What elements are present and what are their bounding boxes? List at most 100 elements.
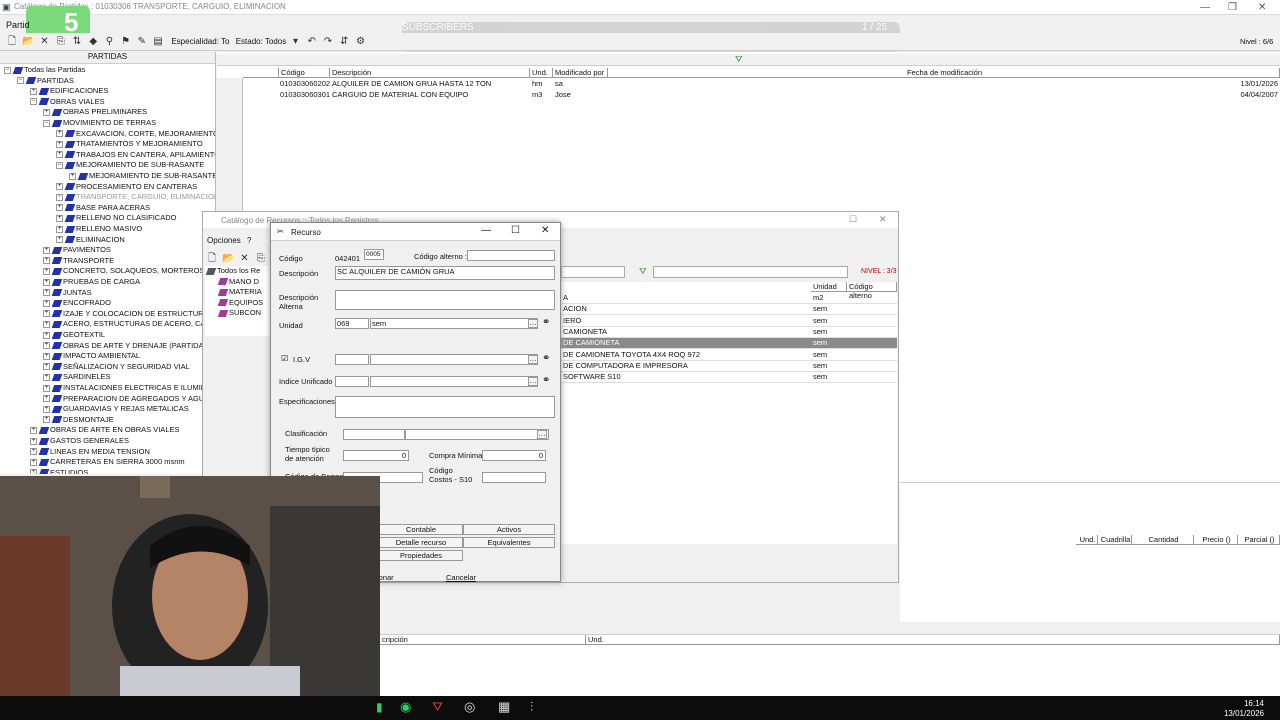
catalog-filter-input[interactable]	[653, 266, 848, 278]
catalog-row[interactable]: DE COMPUTADORA E IMPRESORA sem	[561, 361, 897, 372]
expand-toggle-icon[interactable]: +	[43, 342, 50, 350]
expand-toggle-icon[interactable]: +	[43, 310, 50, 318]
close-button[interactable]: ✕	[1258, 2, 1266, 13]
sort-icon[interactable]: ⇅	[71, 36, 83, 48]
obs-icon[interactable]: ◎	[464, 699, 475, 715]
desc-alterna-input[interactable]	[335, 290, 555, 310]
cell-fecha[interactable]: 13/01/2026	[1240, 79, 1278, 89]
catalog-row[interactable]: DE CAMIONETA TOYOTA 4X4 ROQ 972 sem	[561, 350, 897, 361]
tree-node[interactable]: + CARRETERAS EN SIERRA 3000 msnm	[30, 457, 185, 467]
codigo-suffix-input[interactable]: 0005	[364, 249, 384, 260]
expand-toggle-icon[interactable]: +	[43, 416, 50, 424]
compra-input[interactable]: 0	[482, 450, 546, 461]
catalog-delete-icon[interactable]: ✕	[238, 253, 250, 265]
indice-code-input[interactable]	[335, 376, 369, 387]
detail-col-header[interactable]: Cantidad	[1132, 535, 1194, 545]
tree-node[interactable]: + GUARDAVIAS Y REJAS METALICAS	[43, 404, 189, 414]
expand-toggle-icon[interactable]: +	[56, 225, 63, 233]
tree-node[interactable]: + PAVIMENTOS	[43, 245, 111, 255]
filter-icon[interactable]: ⚑	[120, 36, 132, 48]
catalog-tree-node[interactable]: Todos los Re	[205, 266, 260, 276]
catalog-open-icon[interactable]: 📂	[222, 253, 234, 265]
detail-col-header[interactable]: Parcial ()	[1238, 535, 1280, 545]
delete-icon[interactable]: ✕	[38, 36, 50, 48]
open-icon[interactable]: 📂	[22, 36, 34, 48]
col-header-descripcion[interactable]: Descripción	[330, 68, 530, 78]
expand-toggle-icon[interactable]: +	[43, 299, 50, 307]
expand-toggle-icon[interactable]: +	[43, 373, 50, 381]
tree-node[interactable]: + JUNTAS	[43, 288, 92, 298]
tree-node[interactable]: + EXCAVACION, CORTE, MEJORAMIENTO	[56, 129, 215, 139]
tag-icon[interactable]: ◆	[87, 36, 99, 48]
pdf-icon[interactable]: ⛛	[432, 699, 443, 715]
new-icon[interactable]: 🗋	[6, 36, 18, 48]
tree-node[interactable]: + TRANSPORTE, CARGUIO, ELIMINACION	[56, 192, 215, 202]
tree-node[interactable]: + ESTUDIOS	[30, 468, 88, 474]
detail-col-header[interactable]: Cuadrilla	[1098, 535, 1132, 545]
tree-node[interactable]: + LINEAS EN MEDIA TENSION	[30, 447, 150, 457]
tree-node[interactable]: + RELLENO NO CLASIFICADO	[56, 213, 176, 223]
especialidad-select[interactable]: Especialidad: To	[171, 37, 229, 46]
catalog-new-icon[interactable]: 🗋	[206, 253, 218, 265]
catalog-tree-node[interactable]: MATERIA	[217, 287, 262, 297]
tree-node[interactable]: + PROCESAMIENTO EN CANTERAS	[56, 182, 197, 192]
dropdown-icon[interactable]: ▾	[290, 36, 302, 48]
tree-node[interactable]: + SEÑALIZACION Y SEGURIDAD VIAL	[43, 362, 190, 372]
indice-value-input[interactable]	[370, 376, 538, 387]
expand-toggle-icon[interactable]: +	[43, 363, 50, 371]
tree-node[interactable]: + MEJORAMIENTO DE SUB-RASANTE	[69, 171, 215, 181]
bottom-col-und[interactable]: Und.	[586, 635, 1280, 645]
col-header-und[interactable]: Und.	[530, 68, 553, 78]
unidad-code-input[interactable]: 069	[335, 318, 369, 329]
expand-toggle-icon[interactable]: −	[56, 161, 63, 169]
tab-equivalentes[interactable]: Equivalentes	[463, 537, 555, 548]
expand-toggle-icon[interactable]: +	[43, 331, 50, 339]
tree-node[interactable]: + OBRAS DE ARTE Y DRENAJE (PARTIDAS	[43, 341, 209, 351]
tree-node[interactable]: + EDIFICACIONES	[30, 86, 108, 96]
copy-icon[interactable]: ⎘	[55, 36, 67, 48]
expand-toggle-icon[interactable]: +	[43, 267, 50, 275]
search-icon[interactable]: ⚲	[103, 36, 115, 48]
tree-node[interactable]: + GASTOS GENERALES	[30, 436, 129, 446]
col-header-codigo[interactable]: Código	[279, 68, 330, 78]
catalog-row[interactable]: ACION sem	[561, 304, 897, 316]
codigo-alterno-input[interactable]	[467, 250, 555, 261]
tree-node[interactable]: + RELLENO MASIVO	[56, 224, 142, 234]
tiempo-input[interactable]: 0	[343, 450, 409, 461]
cell-codigo[interactable]: 010303060301	[280, 90, 330, 100]
tool-icon[interactable]: ⚙	[354, 36, 366, 48]
cell-modificado[interactable]: Jose	[555, 90, 571, 100]
col-header-modificado[interactable]: Modificado por	[553, 68, 608, 78]
calculator-icon[interactable]: ▦	[498, 699, 510, 715]
tree-node[interactable]: − OBRAS VIALES	[30, 97, 105, 107]
igv-code-input[interactable]	[335, 354, 369, 365]
dialog-minimize-button[interactable]: —	[481, 225, 491, 236]
tree-node[interactable]: + ELIMINACION	[56, 235, 125, 245]
especificaciones-input[interactable]	[335, 396, 555, 418]
sort-az-icon[interactable]: ⇵	[338, 36, 350, 48]
tree-node[interactable]: + INSTALACIONES ELECTRICAS E ILUMINAC	[43, 383, 215, 393]
expand-toggle-icon[interactable]: −	[4, 66, 11, 74]
expand-toggle-icon[interactable]: +	[43, 395, 50, 403]
catalog-row[interactable]: DE CAMIONETA sem	[561, 338, 897, 350]
tree-node[interactable]: + PREPARACION DE AGREGADOS Y AGUA	[43, 394, 209, 404]
expand-toggle-icon[interactable]: +	[56, 151, 63, 159]
clasificacion-browse-button[interactable]: …	[537, 430, 547, 439]
catalog-tree-node[interactable]: SUBCON	[217, 308, 261, 318]
catalog-row[interactable]: SOFTWARE S10 sem	[561, 372, 897, 384]
catalog-maximize-button[interactable]: ☐	[849, 214, 857, 225]
unidad-value-input[interactable]: sem	[370, 318, 538, 329]
tree-node[interactable]: + TRATAMIENTOS Y MEJORAMIENTO	[56, 139, 203, 149]
tab-propiedades[interactable]: Propiedades	[379, 550, 463, 561]
tree-node[interactable]: + OBRAS PRELIMINARES	[43, 107, 147, 117]
indice-browse-button[interactable]: …	[528, 377, 538, 386]
tree-node[interactable]: − Todas las Partidas	[4, 65, 85, 75]
catalog-col-codigo-alterno[interactable]: Código alterno	[847, 282, 897, 300]
expand-toggle-icon[interactable]: +	[30, 426, 37, 434]
catalog-tree-node[interactable]: EQUIPOS	[217, 298, 263, 308]
tree-node[interactable]: + ENCOFRADO	[43, 298, 111, 308]
filter-icon[interactable]: ⛛	[735, 54, 743, 65]
catalog-col-unidad[interactable]: Unidad	[811, 282, 847, 292]
estado-select[interactable]: Estado: Todos	[236, 37, 287, 46]
expand-toggle-icon[interactable]: +	[56, 204, 63, 212]
